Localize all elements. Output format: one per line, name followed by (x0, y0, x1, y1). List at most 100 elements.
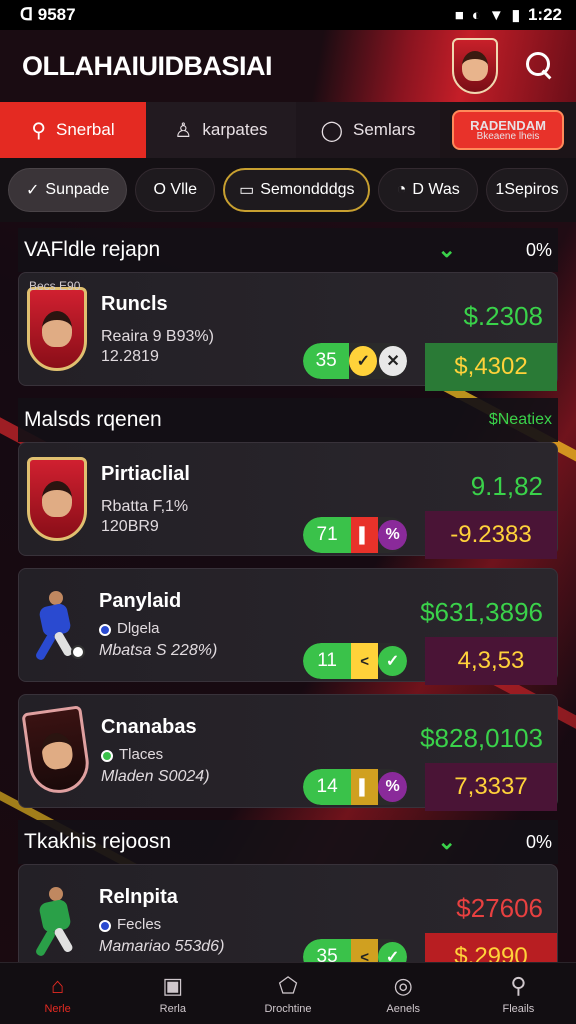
team-crest-icon (27, 457, 87, 541)
item-price: $.2308 (463, 301, 543, 331)
close-icon[interactable]: ✕ (379, 346, 407, 376)
chat-icon: ◯ (320, 119, 344, 142)
avatar-face-icon (462, 51, 488, 81)
value-box[interactable]: 7,3337 (425, 763, 557, 811)
section-title: Malsds rqenen (24, 408, 162, 431)
odds-number: 35 (303, 343, 350, 379)
item-price: 9.1,82 (470, 471, 543, 501)
promo-button[interactable]: RADENDAM Bkeaene lheis (452, 110, 564, 150)
tab-bar: ⚲ Snerbal ♙ karpates ◯ Semlars RADENDAM … (0, 102, 576, 158)
chip-label: D Was (412, 181, 460, 198)
list-item[interactable]: Panylaid Dlgela Mbatsa S 228%) $631,3896… (18, 568, 558, 685)
nav-item-fleails[interactable]: ⚲ Fleails (461, 963, 576, 1024)
nav-label: Nerle (44, 1002, 71, 1015)
chevron-down-icon[interactable]: ⌄ (438, 829, 456, 855)
filter-chip-semondddgs[interactable]: ▭ Semondddgs (223, 168, 371, 212)
item-price: $631,3896 (420, 597, 543, 627)
section-header[interactable]: VAFldle rejapn ⌄ 0% (18, 228, 558, 272)
square-icon: ▭ (239, 182, 255, 199)
nav-item-home[interactable]: ⌂ Nerle (0, 963, 115, 1024)
player-kick-icon (19, 583, 89, 667)
main-content: VAFldle rejapn ⌄ 0% Becs E90 Runcls Reai… (0, 228, 576, 981)
list-item[interactable]: Cnanabas Tlaces Mladen S0024) $828,0103 … (18, 694, 558, 811)
flag-icon[interactable]: ▌ (351, 517, 379, 553)
odds-pill[interactable]: 14 ▌ % (303, 769, 407, 805)
chip-label: Sunpade (45, 181, 110, 198)
team-crest-icon (27, 287, 87, 371)
filter-chip-sepiros[interactable]: 1Sepiros (486, 168, 568, 212)
card-tag: Becs E90 (29, 279, 81, 293)
promo-tab[interactable]: RADENDAM Bkeaene lheis (440, 102, 576, 158)
promo-title: RADENDAM (470, 117, 546, 133)
nav-item-drochtine[interactable]: ⬠ Drochtine (230, 963, 345, 1024)
list-item[interactable]: Relnpita Fecles Mamariao 553d6) $27606 3… (18, 864, 558, 981)
odds-number: 71 (303, 517, 352, 553)
league-icon (99, 919, 111, 932)
check-icon[interactable]: ✓ (349, 346, 378, 376)
battery-icon: ▮ (511, 7, 520, 24)
section-value: 0% (525, 831, 552, 852)
player-face-icon (42, 481, 72, 517)
odds-pill[interactable]: 35 ✓ ✕ (303, 343, 407, 379)
tab-karpates[interactable]: ♙ karpates (146, 102, 296, 158)
list-item[interactable]: Becs E90 Runcls Reaira 9 B93%) 12.2819 $… (18, 272, 558, 391)
list-item[interactable]: Pirtiaclial Rbatta F,1% 120BR9 9.1,82 71… (18, 442, 558, 559)
ball-icon: ◎ (393, 972, 413, 998)
tab-snerbal[interactable]: ⚲ Snerbal (0, 102, 146, 158)
odds-pill[interactable]: 11 < ✓ (303, 643, 407, 679)
nav-item-aenels[interactable]: ◎ Aenels (346, 963, 461, 1024)
status-left-text: ᗡ 9587 (20, 5, 76, 24)
filter-chip-was[interactable]: ◔ D Was (378, 168, 478, 212)
percent-icon[interactable]: % (378, 772, 407, 802)
player-kick-icon (19, 879, 89, 963)
section-title: Tkakhis rejoosn (24, 830, 172, 853)
chip-label: O Vlle (153, 181, 198, 198)
flag-icon[interactable]: ▌ (351, 769, 379, 805)
status-time: 1:22 (527, 5, 562, 24)
chevron-down-icon[interactable]: ⌄ (438, 237, 456, 263)
league-icon (99, 623, 111, 636)
bottom-nav: ⌂ Nerle ▣ Rerla ⬠ Drochtine ◎ Aenels ⚲ F… (0, 962, 576, 1024)
section-value: $Neatiex (488, 411, 552, 428)
chevron-left-icon[interactable]: < (351, 643, 379, 679)
status-bar: ᗡ 9587 ■ ◐ ▼ ▮ 1:22 (0, 0, 576, 30)
filter-bar: ✓ Sunpade O Vlle ▭ Semondddgs ◔ D Was 1S… (0, 158, 576, 222)
section-title: VAFldle rejapn (24, 238, 161, 261)
percent-icon[interactable]: % (378, 520, 407, 550)
header-actions (452, 38, 554, 94)
value-box[interactable]: $,4302 (425, 343, 557, 391)
chip-label: 1Sepiros (495, 181, 559, 198)
odds-number: 11 (303, 643, 352, 679)
filter-chip-vlle[interactable]: O Vlle (135, 168, 216, 212)
app-header: OLLAHAIUIDBASIAI (0, 30, 576, 102)
section-header[interactable]: Malsds rqenen $Neatiex (18, 398, 558, 442)
search-icon[interactable] (526, 52, 554, 80)
value-box[interactable]: 4,3,53 (425, 637, 557, 685)
notification-icon: ■ (454, 6, 464, 24)
vibrate-icon: ◐ (471, 6, 481, 24)
league-icon (101, 749, 113, 762)
item-league: Tlaces (119, 746, 164, 764)
wifi-icon: ▼ (488, 6, 504, 24)
odds-pill[interactable]: 71 ▌ % (303, 517, 407, 553)
filter-chip-sunpade[interactable]: ✓ Sunpade (8, 168, 128, 212)
briefcase-icon: ▣ (162, 972, 184, 998)
tab-label: karpates (202, 120, 268, 139)
item-league: Fecles (117, 916, 162, 934)
section-value: 0% (525, 239, 552, 260)
tab-semlars[interactable]: ◯ Semlars (296, 102, 440, 158)
clock-icon: ◔ (396, 181, 407, 198)
value-box[interactable]: -9.2383 (425, 511, 557, 559)
team-crest-icon (21, 705, 93, 797)
nav-label: Fleails (502, 1002, 535, 1015)
section-header[interactable]: Tkakhis rejoosn ⌄ 0% (18, 820, 558, 864)
search-icon: ⚲ (510, 972, 527, 998)
app-title: OLLAHAIUIDBASIAI (22, 50, 273, 81)
profile-avatar[interactable] (452, 38, 498, 94)
check-icon[interactable]: ✓ (378, 646, 407, 676)
item-league: Dlgela (117, 620, 160, 638)
status-icons: ■ ◐ ▼ ▮ 1:22 (455, 5, 562, 25)
nav-label: Aenels (386, 1002, 421, 1015)
nav-item-rerla[interactable]: ▣ Rerla (115, 963, 230, 1024)
promo-subtitle: Bkeaene lheis (476, 130, 540, 142)
